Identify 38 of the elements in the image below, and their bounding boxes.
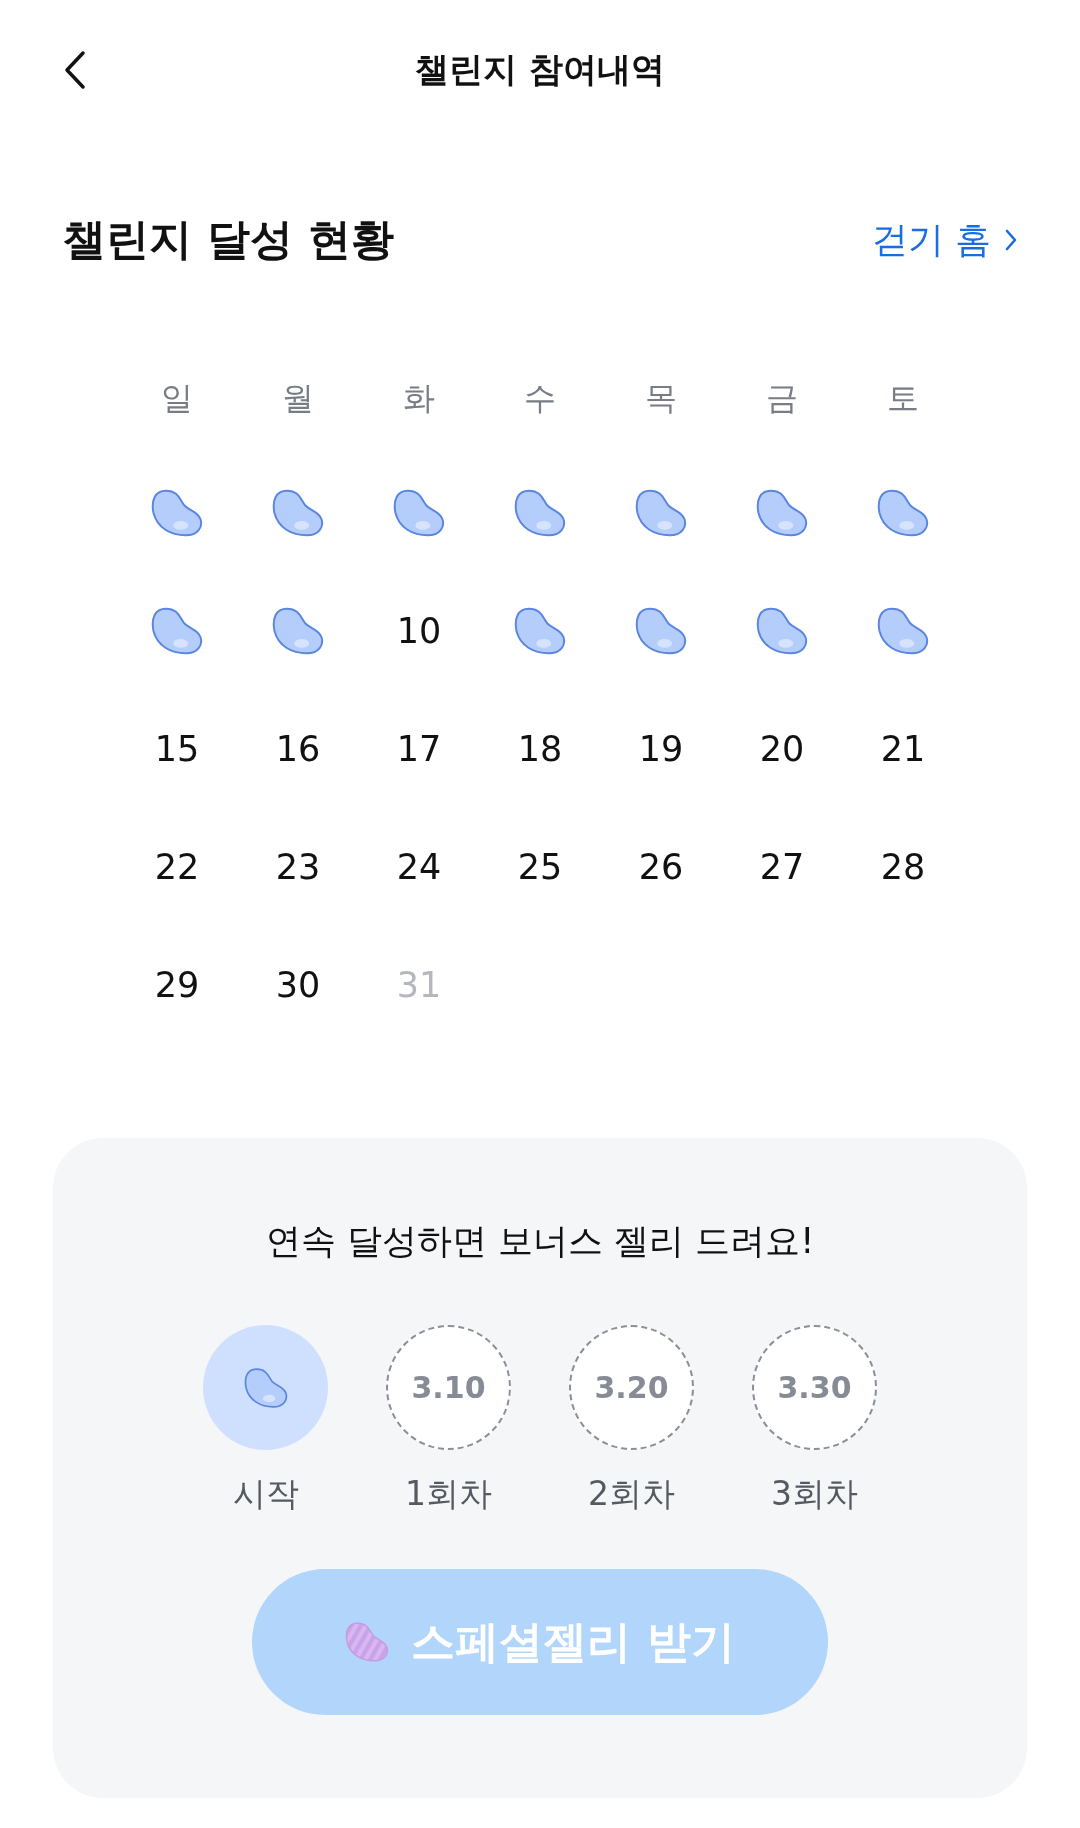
milestone-date: 3.30 [777, 1370, 852, 1405]
calendar-day[interactable]: 18 [517, 724, 563, 774]
weekday-label: 월 [281, 378, 315, 419]
calendar-day[interactable]: 30 [275, 960, 321, 1010]
calendar-day[interactable]: 27 [759, 842, 805, 892]
walking-home-link[interactable]: 걷기 홈 [871, 215, 1017, 265]
weekday-label: 수 [523, 378, 557, 419]
calendar-day[interactable]: 28 [880, 842, 926, 892]
chevron-right-icon [1005, 229, 1017, 251]
calendar-day[interactable]: 24 [396, 842, 442, 892]
calendar-day[interactable]: 23 [275, 842, 321, 892]
calendar-day[interactable]: 22 [154, 842, 200, 892]
page-title: 챌린지 참여내역 [415, 48, 665, 91]
weekday-label: 화 [402, 378, 436, 419]
milestone-label: 3회차 [771, 1473, 858, 1515]
milestone-label: 2회차 [588, 1473, 675, 1515]
bonus-message: 연속 달성하면 보너스 젤리 드려요! [265, 1220, 815, 1263]
milestone-label: 시작 [232, 1473, 299, 1515]
calendar-day[interactable]: 17 [396, 724, 442, 774]
calendar-day[interactable]: 10 [396, 606, 442, 656]
section-title: 챌린지 달성 현황 [63, 213, 394, 266]
calendar-day[interactable]: 16 [275, 724, 321, 774]
milestone-label: 1회차 [405, 1473, 492, 1515]
milestone-date: 3.20 [594, 1370, 669, 1405]
milestone-date: 3.10 [411, 1370, 486, 1405]
calendar-day[interactable]: 20 [759, 724, 805, 774]
weekday-label: 금 [765, 378, 799, 419]
calendar-day[interactable]: 15 [154, 724, 200, 774]
weekday-label: 일 [160, 378, 194, 419]
calendar-day[interactable]: 29 [154, 960, 200, 1010]
calendar-day[interactable]: 26 [638, 842, 684, 892]
calendar-day[interactable]: 21 [880, 724, 926, 774]
back-icon[interactable] [63, 50, 87, 90]
striped-jelly-bean-icon [345, 1620, 390, 1664]
weekday-label: 목 [644, 378, 678, 419]
calendar-day[interactable]: 19 [638, 724, 684, 774]
weekday-label: 토 [886, 378, 920, 419]
calendar-day[interactable]: 25 [517, 842, 563, 892]
